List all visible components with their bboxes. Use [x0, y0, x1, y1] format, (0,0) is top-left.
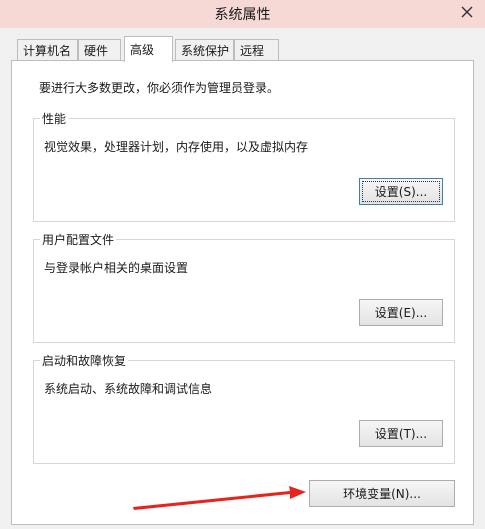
tab-remote[interactable]: 远程 [234, 39, 279, 60]
admin-notice: 要进行大多数更改，你必须作为管理员登录。 [39, 81, 280, 95]
group-legend-performance: 性能 [40, 110, 69, 127]
close-icon [461, 6, 473, 18]
title-bar: 系统属性 [0, 0, 485, 28]
tab-computer-name[interactable]: 计算机名 [17, 39, 78, 60]
window-title: 系统属性 [214, 7, 271, 23]
tab-system-protection[interactable]: 系统保护 [175, 39, 234, 60]
group-description-user-profiles: 与登录帐户相关的桌面设置 [44, 261, 189, 275]
group-description-startup-recovery: 系统启动、系统故障和调试信息 [44, 382, 213, 396]
user-profiles-settings-button[interactable]: 设置(E)... [359, 299, 443, 326]
environment-variables-button[interactable]: 环境变量(N)... [309, 480, 455, 507]
close-button[interactable] [457, 2, 477, 22]
group-description-performance: 视觉效果，处理器计划，内存使用，以及虚拟内存 [44, 140, 309, 154]
startup-recovery-settings-button[interactable]: 设置(T)... [359, 420, 443, 447]
performance-settings-button[interactable]: 设置(S)... [359, 178, 443, 205]
tab-hardware[interactable]: 硬件 [78, 39, 121, 60]
group-legend-startup-recovery: 启动和故障恢复 [40, 352, 129, 369]
group-legend-user-profiles: 用户配置文件 [40, 231, 117, 248]
group-performance: 性能 视觉效果，处理器计划，内存使用，以及虚拟内存 设置(S)... [33, 110, 455, 222]
group-user-profiles: 用户配置文件 与登录帐户相关的桌面设置 设置(E)... [33, 231, 455, 343]
tab-advanced[interactable]: 高级 [124, 36, 173, 62]
group-startup-recovery: 启动和故障恢复 系统启动、系统故障和调试信息 设置(T)... [33, 352, 455, 464]
